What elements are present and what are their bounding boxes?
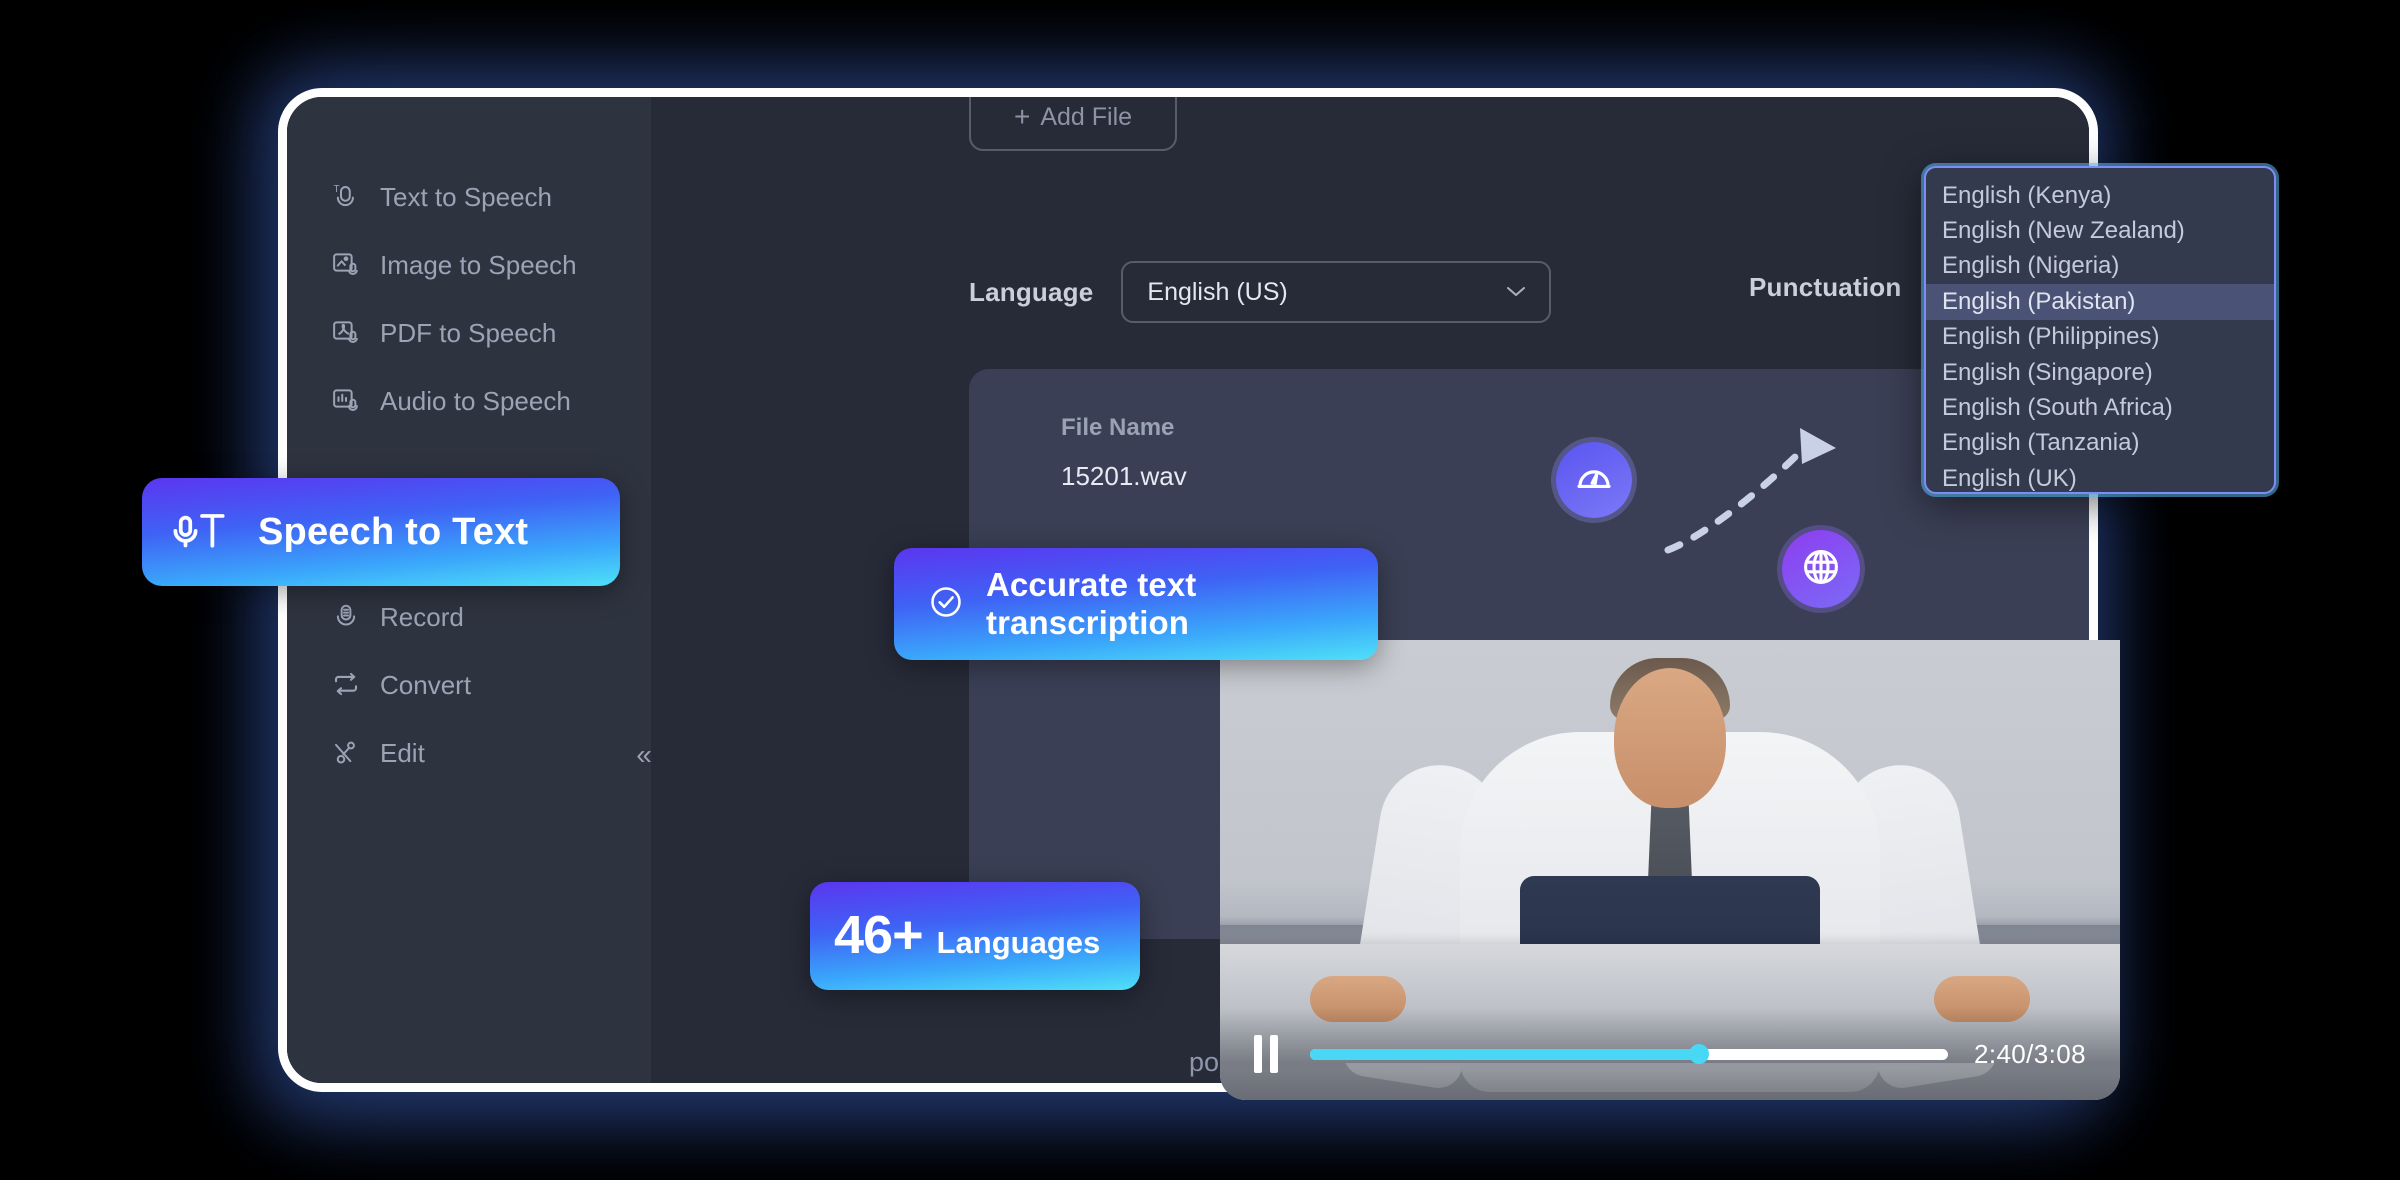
dropdown-option-selected[interactable]: English (Pakistan) (1926, 284, 2274, 320)
dropdown-option[interactable]: English (Philippines) (1926, 320, 2274, 355)
record-icon (331, 602, 361, 632)
convert-icon (331, 670, 361, 700)
sidebar-item-convert[interactable]: Convert (331, 663, 471, 707)
screenshot-stage: T Text to Speech Image to Speech PDF to … (0, 0, 2400, 1180)
sidebar-item-label: Image to Speech (380, 250, 577, 280)
sidebar-item-label: Text to Speech (380, 182, 552, 212)
promo-accurate-transcription: Accurate text transcription (894, 548, 1378, 660)
sidebar-item-audio-to-speech[interactable]: Audio to Speech (331, 379, 571, 423)
language-dropdown[interactable]: English (Kenya) English (New Zealand) En… (1924, 166, 2276, 494)
gauge-badge (1556, 442, 1632, 518)
audio-to-speech-icon (331, 386, 361, 416)
text-to-speech-icon: T (331, 182, 361, 212)
speech-to-text-icon (170, 502, 232, 563)
sidebar: T Text to Speech Image to Speech PDF to … (287, 97, 903, 1083)
sidebar-item-pdf-to-speech[interactable]: PDF to Speech (331, 311, 556, 355)
dashed-arrow (1664, 428, 1836, 554)
sidebar-item-label: Convert (380, 670, 472, 700)
video-controls: 2:40/3:08 (1220, 1008, 2120, 1100)
promo-languages: 46+ Languages (810, 882, 1140, 990)
globe-badge (1782, 530, 1860, 608)
sidebar-item-label: Record (380, 602, 464, 632)
add-file-button[interactable]: + Add File (969, 97, 1177, 151)
dropdown-option[interactable]: English (UK) (1926, 461, 2274, 492)
plus-icon: + (1013, 101, 1031, 132)
add-file-label: Add File (1040, 102, 1133, 131)
globe-icon (1799, 545, 1843, 594)
svg-text:T: T (334, 184, 340, 195)
chevron-left-double-icon: « (636, 739, 652, 770)
pause-icon[interactable] (1254, 1035, 1280, 1073)
video-progress-bar[interactable] (1310, 1044, 1948, 1064)
promo-languages-label: Languages (936, 925, 1101, 960)
file-name-label: File Name (1061, 414, 1175, 441)
promo-languages-count: 46+ (834, 905, 924, 965)
progress-handle[interactable] (1689, 1044, 1710, 1064)
sidebar-item-label: Edit (380, 738, 425, 768)
check-circle-icon (928, 584, 964, 625)
sidebar-item-record[interactable]: Record (331, 595, 464, 639)
language-row: Language English (US) (969, 261, 1552, 323)
chevron-down-icon (1505, 283, 1527, 302)
language-select-value: English (US) (1147, 277, 1288, 306)
dropdown-option[interactable]: English (Tanzania) (1926, 426, 2274, 461)
promo-speech-to-text: Speech to Text (142, 478, 620, 586)
image-to-speech-icon (331, 250, 361, 280)
language-label: Language (969, 276, 1094, 307)
sidebar-item-label: PDF to Speech (380, 318, 557, 348)
sidebar-item-text-to-speech[interactable]: T Text to Speech (331, 175, 553, 219)
dropdown-option[interactable]: English (Kenya) (1926, 178, 2274, 213)
dropdown-option[interactable]: English (New Zealand) (1926, 213, 2274, 248)
punctuation-label: Punctuation (1749, 271, 1902, 302)
video-time-display: 2:40/3:08 (1973, 1038, 2086, 1069)
dropdown-option[interactable]: English (Singapore) (1926, 355, 2274, 390)
promo-accurate-label: Accurate text transcription (986, 566, 1197, 641)
file-name-value: 15201.wav (1061, 461, 1187, 491)
gauge-icon (1573, 457, 1615, 504)
dropdown-option[interactable]: English (South Africa) (1926, 390, 2274, 425)
sidebar-item-image-to-speech[interactable]: Image to Speech (331, 243, 577, 287)
edit-scissors-icon (331, 738, 361, 768)
pdf-to-speech-icon (331, 318, 361, 348)
sidebar-item-label: Audio to Speech (380, 386, 571, 416)
dropdown-option[interactable]: English (Nigeria) (1926, 249, 2274, 284)
sidebar-item-edit[interactable]: Edit (331, 731, 425, 775)
language-select[interactable]: English (US) (1121, 261, 1552, 323)
promo-speech-to-text-label: Speech to Text (258, 510, 529, 553)
video-player[interactable]: 2:40/3:08 (1220, 640, 2120, 1100)
person-head (1614, 667, 1726, 808)
progress-fill (1310, 1048, 1700, 1060)
